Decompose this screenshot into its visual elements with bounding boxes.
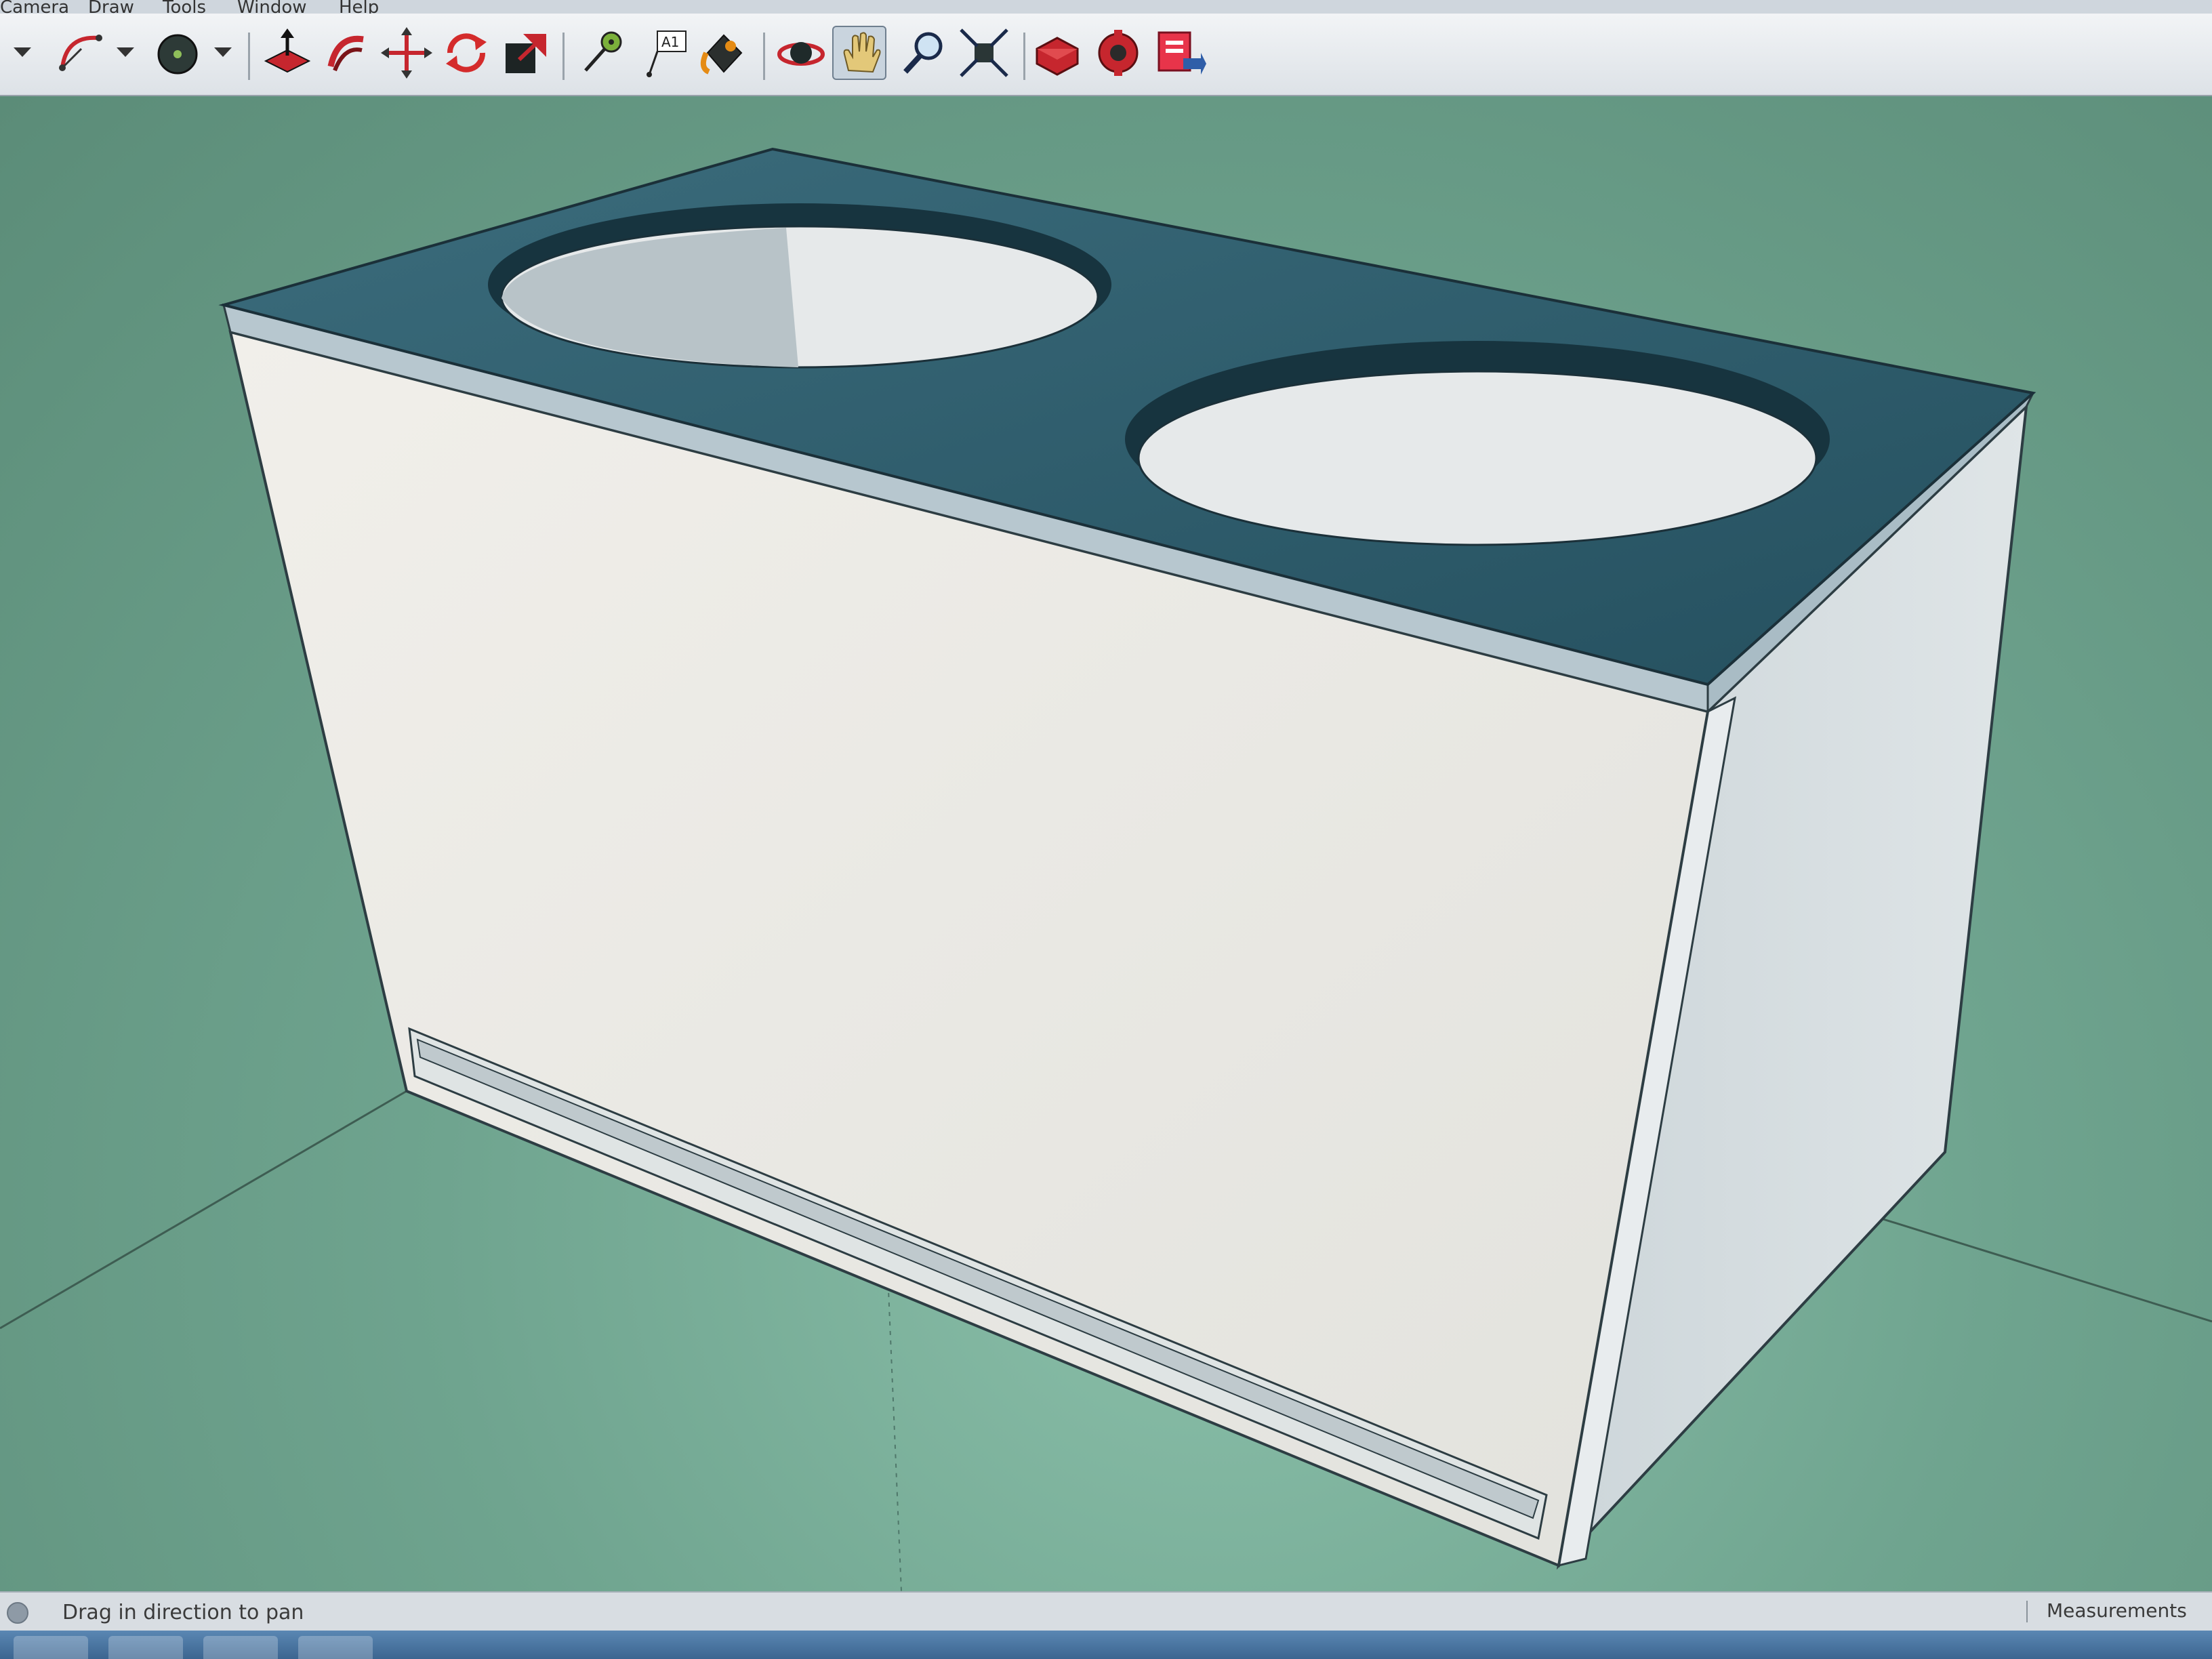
shapes-tool-dropdown[interactable] [214,47,232,57]
text-icon: A1 [647,30,687,77]
paint-bucket-icon [700,34,743,75]
push-pull-icon [264,28,311,73]
zoom-icon [903,32,943,74]
taskbar-app-button[interactable] [298,1636,373,1659]
os-taskbar [0,1631,2212,1659]
arc-icon [59,35,102,71]
orbit-icon [777,42,825,66]
scale-icon [506,34,546,73]
paint-bucket-tool-button[interactable] [697,26,751,80]
taskbar-app-button[interactable] [108,1636,183,1659]
zoom-tool-button[interactable] [896,26,950,80]
tape-measure-tool-button[interactable] [575,26,629,80]
zoom-extents-tool-button[interactable] [957,26,1011,80]
toolbar-separator [1023,33,1025,80]
toolbar-separator [763,33,765,80]
sketchup-window: Camera Draw Tools Window Help A1 Drag in… [0,0,2212,1659]
text-tool-label: A1 [661,34,679,50]
status-separator [2026,1601,2028,1622]
rotate-tool-button[interactable] [439,26,493,80]
geolocation-icon[interactable] [7,1602,28,1624]
warehouse-icon [1036,37,1079,76]
large-toolset-toolbar: A1 [0,14,2212,96]
speaker-hole-2 [1137,370,1818,546]
scale-tool-button[interactable] [499,26,553,80]
follow-me-tool-button[interactable] [321,26,375,80]
arc-tool-button[interactable] [54,26,108,80]
move-icon [381,27,432,79]
3d-warehouse-button[interactable] [1030,26,1084,80]
layout-icon [1158,31,1206,75]
rotate-icon [446,33,487,73]
toolbar-separator [248,33,250,80]
menu-bar: Camera Draw Tools Window Help [0,0,2212,18]
status-hint-text: Drag in direction to pan [62,1601,304,1624]
orbit-tool-button[interactable] [774,26,828,80]
arc-tool-dropdown[interactable] [117,47,134,57]
extension-warehouse-icon [1098,30,1139,76]
move-tool-button[interactable] [380,26,434,80]
pan-tool-button[interactable] [832,26,886,80]
tape-measure-icon [584,31,622,72]
zoom-extents-icon [960,28,1008,77]
status-bar: Drag in direction to pan Measurements [0,1591,2212,1632]
taskbar-app-button[interactable] [203,1636,278,1659]
shapes-tool-button[interactable] [150,26,205,80]
pan-hand-icon [843,32,881,73]
follow-me-icon [327,35,364,72]
circle-icon [157,34,198,75]
previous-tool-dropdown[interactable] [14,47,31,57]
axis-line-vertical [887,1273,902,1591]
measurements-label: Measurements [2047,1599,2187,1622]
extension-warehouse-button[interactable] [1091,26,1145,80]
toolbar-separator [562,33,565,80]
model-scene [0,147,2212,1591]
text-tool-button[interactable]: A1 [640,26,694,80]
axis-line-left [0,1090,407,1330]
taskbar-app-button[interactable] [14,1636,88,1659]
3d-viewport[interactable] [0,96,2212,1591]
send-to-layout-button[interactable] [1152,26,1206,80]
push-pull-tool-button[interactable] [260,26,314,80]
